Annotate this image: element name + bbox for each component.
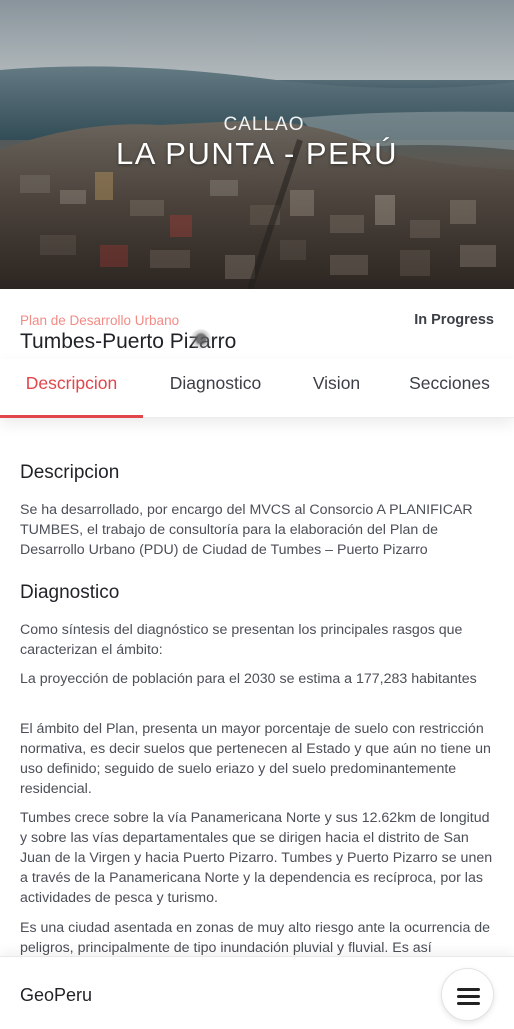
content-area: Descripcion Se ha desarrollado, por enca… [0,418,514,1016]
tab-bar: Descripcion Diagnostico Vision Secciones [0,359,514,418]
hero-subtitle: CALLAO [223,114,305,135]
section-heading-descripcion: Descripcion [20,462,120,483]
menu-button[interactable] [441,968,494,1021]
diagnostico-paragraph: La proyección de población para el 2030 … [20,671,477,687]
bottom-bar: GeoPeru [0,956,514,1029]
tab-descripcion[interactable]: Descripcion [0,359,143,418]
hamburger-menu-icon [457,988,480,991]
diagnostico-paragraph: Es una ciudad asentada en zonas de muy a… [20,920,491,956]
hamburger-menu-icon-bar [457,1002,480,1005]
tab-secciones[interactable]: Secciones [385,359,514,418]
hero-image: CALLAO LA PUNTA - PERÚ [0,0,514,289]
diagnostico-paragraph: El ámbito del Plan, presenta un mayor po… [20,721,491,797]
hero-title: LA PUNTA - PERÚ [115,136,399,171]
brand-name[interactable]: GeoPeru [20,985,92,1006]
hamburger-menu-icon-bar [457,995,480,998]
project-header: Plan de Desarrollo Urbano In Progress Tu… [0,289,514,359]
touch-cursor-icon [190,329,212,351]
section-heading-diagnostico: Diagnostico [20,582,120,603]
tab-vision[interactable]: Vision [288,359,385,418]
tab-diagnostico[interactable]: Diagnostico [143,359,288,418]
diagnostico-paragraph: Como síntesis del diagnóstico se present… [20,622,463,658]
project-page: CALLAO LA PUNTA - PERÚ Plan de Desarroll… [0,0,514,1029]
descripcion-text: Se ha desarrollado, por encargo del MVCS… [20,502,473,558]
diagnostico-paragraph: Tumbes crece sobre la vía Panamericana N… [20,810,493,906]
status-badge: In Progress [414,312,494,328]
project-category: Plan de Desarrollo Urbano [20,313,180,328]
